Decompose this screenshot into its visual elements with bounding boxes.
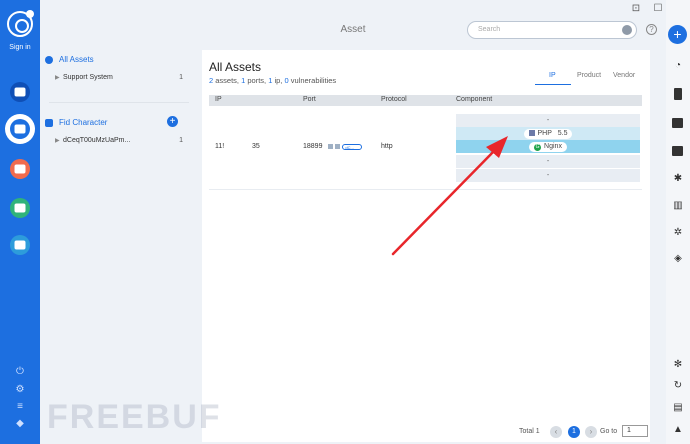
section-title: All Assets (209, 60, 262, 74)
asset-tree-panel: All Assets ▶ Support System 1 Fid Charac… (45, 46, 193, 436)
next-page-button[interactable]: › (585, 426, 597, 438)
component-nginx[interactable]: G Nginx (456, 140, 640, 153)
nginx-icon: G (534, 144, 542, 151)
warning-icon[interactable]: ▲ (672, 424, 684, 436)
port-tag[interactable]: dC... (342, 144, 363, 150)
bot-icon[interactable] (10, 159, 30, 179)
right-toolbar: + ◔ ✱ ▥ ✲ ◈ ✻ ↻ ▤ ▲ (666, 0, 690, 444)
hat-icon[interactable] (10, 82, 30, 102)
report-icon[interactable]: ▤ (672, 402, 684, 414)
bug-icon[interactable]: ✱ (672, 173, 684, 185)
php-icon (528, 129, 535, 136)
search-icon[interactable] (622, 25, 632, 35)
monitor-icon[interactable] (672, 118, 683, 128)
fingerprint-icon (45, 119, 53, 127)
page-number[interactable]: 1 (568, 426, 580, 438)
globe-icon (45, 56, 53, 64)
divider (49, 102, 189, 103)
goto-label: Go to (600, 428, 618, 435)
pagination: Total 1 ‹ 1 › Go to 1 (202, 422, 650, 442)
power-icon[interactable]: ⏻ (0, 366, 40, 377)
tab-underline (535, 84, 571, 85)
total-count: Total 1 (519, 428, 540, 435)
left-rail: Sign in ⏻ ⚙ ≡ ◆ (0, 0, 40, 444)
link-icon[interactable] (335, 144, 341, 149)
component-empty: - (456, 155, 640, 168)
diamond-icon[interactable]: ◆ (0, 418, 40, 429)
view-tabs: IP Product Vendor (535, 72, 643, 86)
tab-vendor[interactable]: Vendor (613, 72, 635, 79)
pin-icon[interactable]: ⊡ (631, 4, 641, 14)
search-input[interactable]: Search (467, 21, 637, 39)
tab-product[interactable]: Product (577, 72, 601, 79)
title-bar: Asset Search ? ⊡ ☐ ✕ (40, 0, 682, 46)
list-icon (10, 119, 30, 139)
watermark: FREEBUF (47, 398, 222, 436)
component-empty: - (456, 169, 640, 182)
cell-port[interactable]: 18899 dC... (303, 143, 363, 151)
component-empty: - (456, 114, 640, 127)
table-header: IP Port Protocol Component (209, 95, 642, 106)
refresh-icon[interactable]: ↻ (672, 380, 684, 392)
col-ip: IP (215, 96, 222, 103)
add-fid-button[interactable]: + (167, 116, 178, 127)
rail-item-assets[interactable] (5, 114, 35, 144)
clock-icon[interactable]: ◔ (672, 60, 684, 72)
tree-item[interactable]: ▶ dCeqT00uMzUaPm... 1 (55, 137, 183, 144)
bug-settings-icon[interactable]: ✲ (672, 227, 684, 239)
table-row[interactable]: 11! 35 18899 dC... http - PHP 5.5 G Nginx… (209, 106, 642, 190)
cell-protocol: http (381, 143, 393, 150)
copy-icon[interactable] (328, 144, 334, 149)
puzzle-icon[interactable] (10, 235, 30, 255)
goto-input[interactable]: 1 (622, 425, 648, 437)
tab-ip[interactable]: IP (549, 72, 556, 79)
caret-right-icon: ▶ (55, 75, 60, 81)
col-port: Port (303, 96, 316, 103)
help-icon[interactable]: ? (646, 24, 657, 35)
component-php[interactable]: PHP 5.5 (456, 127, 640, 140)
logo-icon[interactable] (7, 10, 34, 37)
tree-item[interactable]: ▶ Support System 1 (55, 74, 183, 81)
bar-chart-icon[interactable]: ▥ (672, 200, 684, 212)
asset-summary: 2 assets, 1 ports, 1 ip, 0 vulnerabiliti… (209, 76, 337, 85)
main-panel: All Assets 2 assets, 1 ports, 1 ip, 0 vu… (202, 50, 650, 442)
menu-icon[interactable]: ≡ (0, 401, 40, 412)
cell-ip: 11! (215, 143, 225, 150)
cube-icon[interactable]: ◈ (672, 253, 684, 265)
add-button[interactable]: + (668, 25, 687, 44)
caret-right-icon: ▶ (55, 138, 60, 144)
col-component: Component (456, 96, 493, 103)
gear-icon[interactable]: ⚙ (0, 384, 40, 395)
phone-icon[interactable] (674, 88, 682, 100)
app-window: Sign in ⏻ ⚙ ≡ ◆ Asset Search ? ⊡ ☐ ✕ All… (0, 0, 690, 444)
ip-icon[interactable] (672, 146, 683, 156)
chart-icon[interactable] (10, 198, 30, 218)
tree-all-assets[interactable]: All Assets (59, 55, 94, 64)
gears-icon[interactable]: ✻ (672, 359, 684, 371)
tree-fid-character[interactable]: Fid Character (59, 118, 107, 127)
prev-page-button[interactable]: ‹ (550, 426, 562, 438)
col-protocol: Protocol (381, 96, 407, 103)
cell-ip-part: 35 (252, 143, 260, 150)
maximize-icon[interactable]: ☐ (653, 4, 663, 14)
sign-in-link[interactable]: Sign in (0, 44, 40, 51)
search-placeholder: Search (478, 26, 501, 33)
